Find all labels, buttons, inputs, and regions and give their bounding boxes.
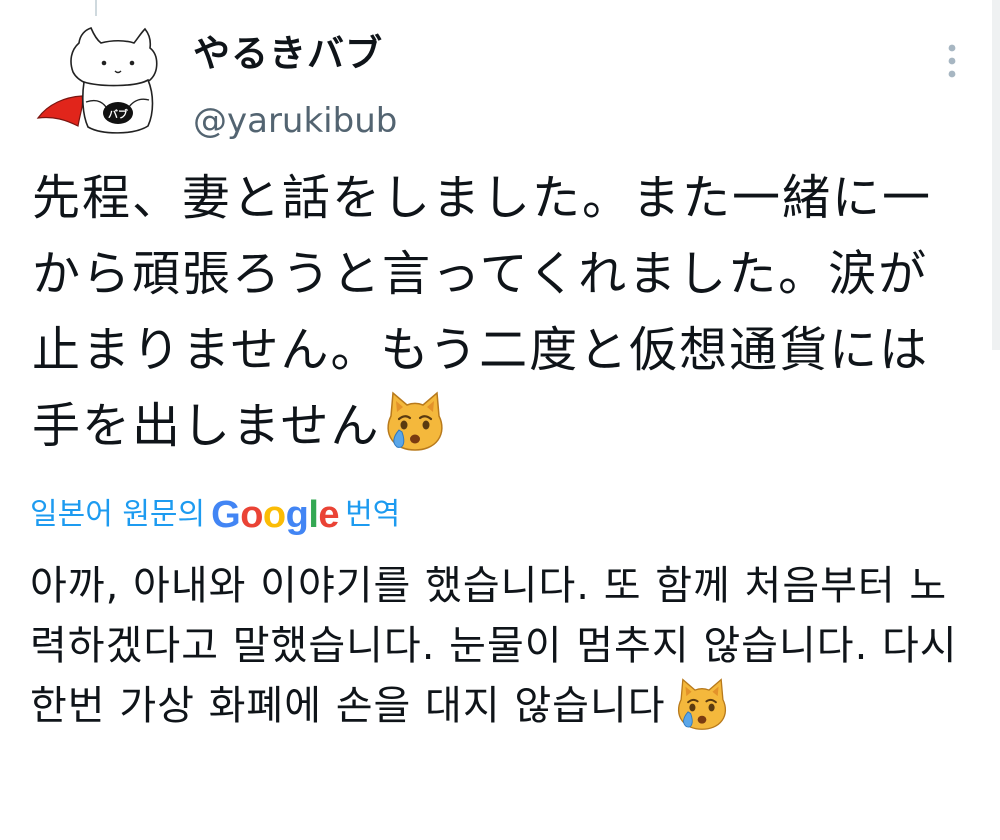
translated-from-japanese-link[interactable]: 일본어 원문의 Google 번역 bbox=[30, 492, 400, 538]
tweet-text: 先程、妻と話をしました。また一緒に一から頑張ろうと言ってくれました。涙が止まりま… bbox=[32, 160, 972, 464]
crying-cat-emoji bbox=[383, 390, 447, 452]
translate-label-before: 일본어 원문의 bbox=[30, 497, 206, 532]
vertical-more-icon[interactable] bbox=[938, 38, 966, 86]
google-logo: Google bbox=[211, 494, 340, 536]
avatar[interactable]: バブ bbox=[30, 24, 180, 140]
author-handle[interactable]: @yarukibub bbox=[193, 98, 397, 144]
translate-label-after: 번역 bbox=[345, 497, 401, 532]
avatar-text: バブ bbox=[108, 108, 128, 121]
scrollbar[interactable] bbox=[992, 0, 1000, 350]
translated-text-body: 아까, 아내와 이야기를 했습니다. 또 함께 처음부터 노력하겠다고 말했습니… bbox=[30, 563, 958, 729]
crying-cat-emoji bbox=[674, 677, 730, 731]
thread-connector-line bbox=[95, 0, 97, 16]
translated-text: 아까, 아내와 이야기를 했습니다. 또 함께 처음부터 노력하겠다고 말했습니… bbox=[30, 556, 960, 736]
tweet-text-body: 先程、妻と話をしました。また一緒に一から頑張ろうと言ってくれました。涙が止まりま… bbox=[32, 170, 933, 454]
author-display-name[interactable]: やるきバブ bbox=[193, 30, 383, 78]
